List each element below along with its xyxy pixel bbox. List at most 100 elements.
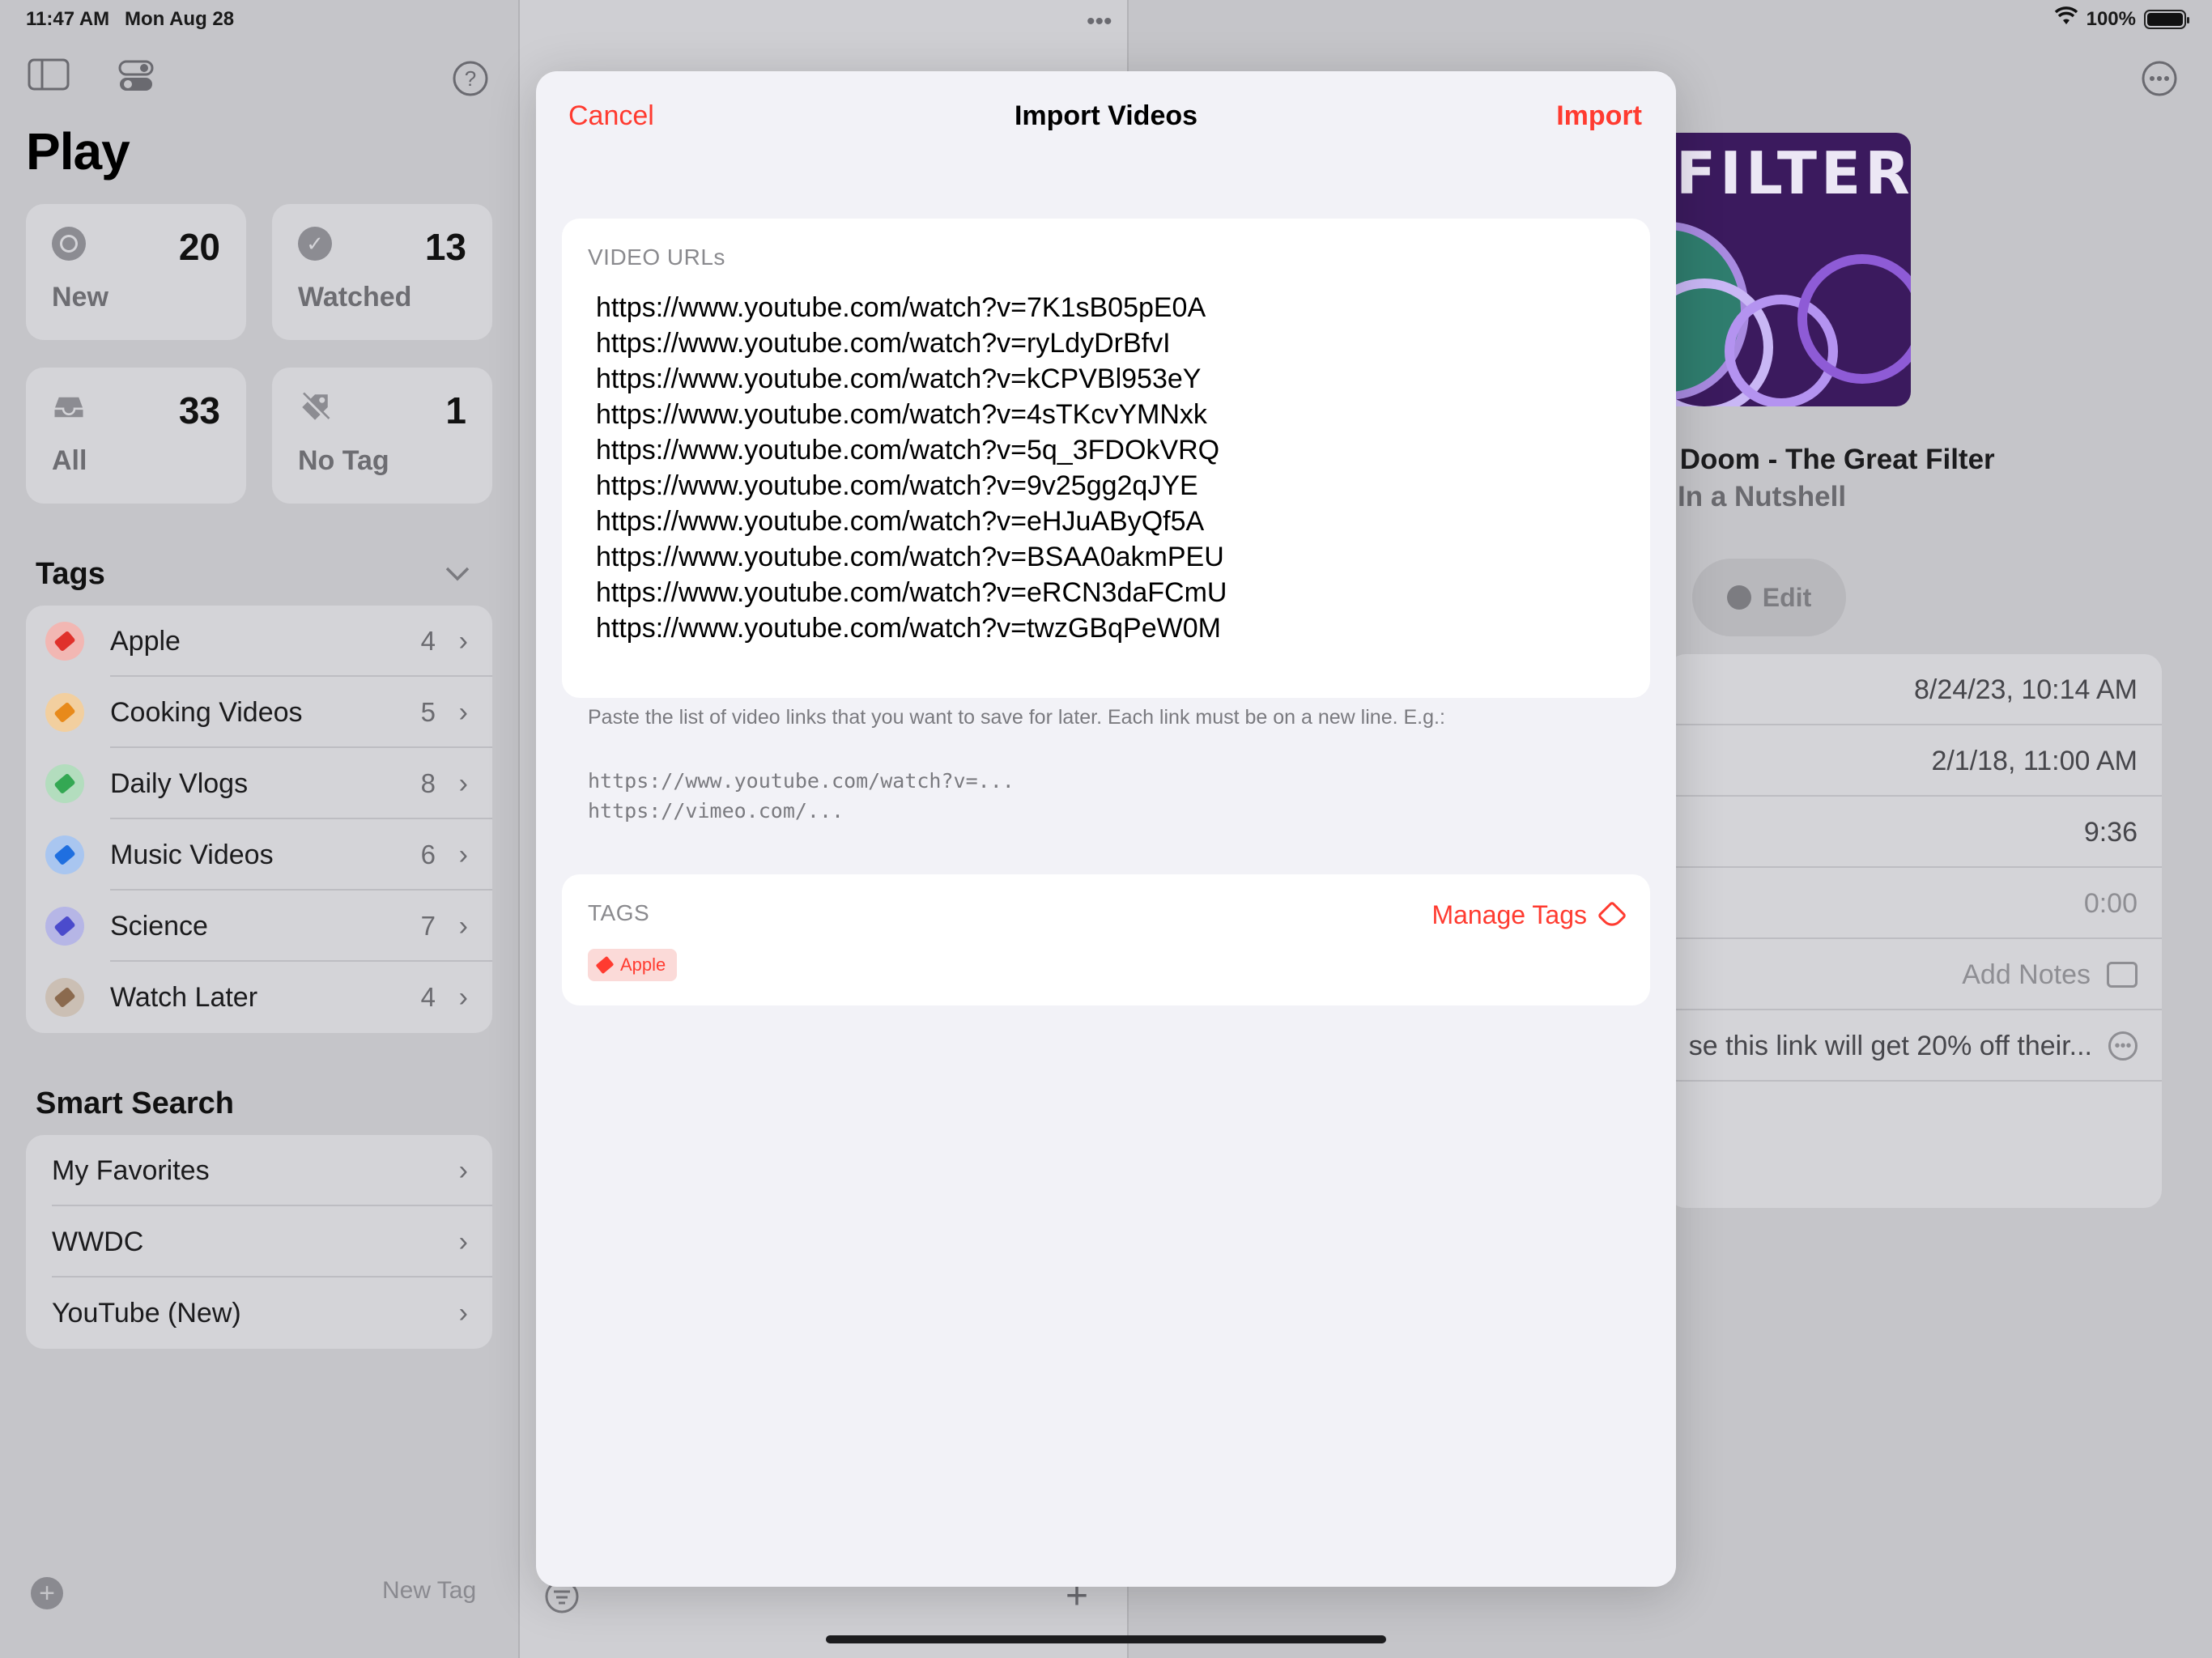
stat-count: 33 — [178, 389, 220, 432]
sidebar-item-science[interactable]: Science 7 › — [26, 891, 492, 962]
stat-label: Watched — [298, 282, 412, 312]
sidebar-item-my-favorites[interactable]: My Favorites › — [26, 1135, 492, 1206]
url-line: https://www.youtube.com/watch?v=ryLdyDrB… — [596, 328, 1171, 359]
stat-card-no-tag[interactable]: 1 No Tag — [272, 368, 492, 504]
video-urls-textarea[interactable]: https://www.youtube.com/watch?v=7K1sB05p… — [596, 290, 1227, 646]
checkmark-circle-icon: ✓ — [298, 227, 332, 261]
more-dots-icon[interactable]: ••• — [1087, 8, 1112, 36]
edit-label: Edit — [1762, 582, 1812, 612]
example-url: https://www.youtube.com/watch?v=... — [588, 769, 1015, 793]
stat-card-all[interactable]: 33 All — [26, 368, 246, 504]
description-row[interactable]: se this link will get 20% off their... ••… — [1668, 1010, 2162, 1082]
sidebar-item-music-videos[interactable]: Music Videos 6 › — [26, 819, 492, 891]
status-time: 11:47 AM — [26, 8, 110, 30]
edit-button[interactable]: Edit — [1692, 559, 1846, 636]
tag-icon — [45, 907, 84, 946]
new-tag-button[interactable]: New Tag — [382, 1577, 476, 1605]
sidebar-item-cooking-videos[interactable]: Cooking Videos 5 › — [26, 677, 492, 748]
tag-slash-icon — [298, 390, 332, 424]
info-row-progress: 0:00 — [1668, 868, 2162, 939]
sidebar-item-watch-later[interactable]: Watch Later 4 › — [26, 962, 492, 1033]
info-value: 0:00 — [2083, 887, 2138, 919]
tags-list: Apple 4 › Cooking Videos 5 › Daily Vlogs… — [26, 606, 492, 1033]
tag-count: 5 — [420, 697, 436, 727]
url-line: https://www.youtube.com/watch?v=5q_3FDOk… — [596, 435, 1220, 466]
svg-text:?: ? — [465, 66, 476, 91]
url-line: https://www.youtube.com/watch?v=BSAA0akm… — [596, 542, 1224, 572]
stat-label: All — [52, 445, 87, 476]
url-line: https://www.youtube.com/watch?v=kCPVBl95… — [596, 363, 1202, 394]
sidebar-item-daily-vlogs[interactable]: Daily Vlogs 8 › — [26, 748, 492, 819]
wifi-icon — [2054, 6, 2078, 32]
video-urls-header: VIDEO URLs — [588, 244, 725, 270]
info-row-published: 2/1/18, 11:00 AM — [1668, 725, 2162, 797]
url-line: https://www.youtube.com/watch?v=4sTKcvYM… — [596, 399, 1207, 430]
video-urls-card[interactable]: VIDEO URLs https://www.youtube.com/watch… — [562, 219, 1650, 698]
video-info-card: 8/24/23, 10:14 AM 2/1/18, 11:00 AM 9:36 … — [1668, 654, 2162, 1208]
chevron-down-icon[interactable] — [444, 559, 471, 590]
import-videos-sheet: Cancel Import Videos Import VIDEO URLs h… — [536, 71, 1676, 1587]
sidebar-item-apple[interactable]: Apple 4 › — [26, 606, 492, 677]
info-value: 9:36 — [2083, 816, 2138, 848]
status-indicators: 100% — [2054, 6, 2189, 32]
video-channel: In a Nutshell — [1678, 481, 1847, 512]
stat-card-watched[interactable]: ✓ 13 Watched — [272, 204, 492, 340]
sidebar-item-youtube-new[interactable]: YouTube (New) › — [26, 1278, 492, 1349]
example-url: https://vimeo.com/... — [588, 799, 844, 823]
tags-section-header: TAGS — [588, 900, 650, 925]
tray-icon — [52, 390, 86, 424]
sidebar-item-wwdc[interactable]: WWDC › — [26, 1206, 492, 1278]
home-indicator — [826, 1635, 1386, 1643]
description-text: se this link will get 20% off their... — [1688, 1030, 2092, 1061]
more-circle-icon[interactable] — [2141, 60, 2178, 105]
stat-card-new[interactable]: 20 New — [26, 204, 246, 340]
import-button[interactable]: Import — [1556, 100, 1642, 132]
ellipsis-circle-icon: ••• — [2108, 1031, 2138, 1061]
tag-name: Music Videos — [110, 839, 274, 870]
notes-icon — [2107, 962, 2138, 988]
smart-search-name: YouTube (New) — [52, 1297, 241, 1329]
info-row-duration: 9:36 — [1668, 797, 2162, 868]
tag-icon — [45, 978, 84, 1017]
chevron-right-icon: › — [458, 981, 468, 1013]
stat-label: No Tag — [298, 445, 389, 476]
tag-name: Science — [110, 910, 208, 942]
url-line: https://www.youtube.com/watch?v=9v25gg2q… — [596, 470, 1198, 501]
tag-name: Apple — [110, 625, 181, 657]
url-line: https://www.youtube.com/watch?v=eRCN3daF… — [596, 577, 1227, 608]
add-notes-row[interactable]: Add Notes — [1668, 939, 2162, 1010]
urls-help-text: Paste the list of video links that you w… — [588, 706, 1445, 729]
chevron-right-icon: › — [458, 696, 468, 728]
stat-count: 1 — [445, 389, 466, 432]
chevron-right-icon: › — [458, 910, 468, 942]
url-line: https://www.youtube.com/watch?v=eHJuAByQ… — [596, 506, 1205, 537]
settings-toggle-icon[interactable] — [118, 60, 154, 100]
selected-tag-chip[interactable]: Apple — [588, 949, 678, 981]
help-icon[interactable]: ? — [452, 60, 489, 105]
url-line: https://www.youtube.com/watch?v=twzGBqPe… — [596, 613, 1221, 644]
smart-search-name: WWDC — [52, 1226, 144, 1257]
stat-count: 20 — [178, 226, 220, 268]
tag-name: Watch Later — [110, 981, 258, 1013]
chip-label: Apple — [620, 954, 666, 975]
circle-icon — [52, 227, 86, 261]
battery-percent: 100% — [2086, 7, 2136, 30]
add-icon[interactable]: + — [31, 1577, 63, 1609]
urls-example: https://www.youtube.com/watch?v=... https… — [588, 766, 1015, 826]
column-divider — [518, 0, 520, 1658]
tag-name: Daily Vlogs — [110, 767, 249, 799]
add-notes-label: Add Notes — [1962, 959, 2091, 990]
tag-icon — [45, 764, 84, 803]
sheet-title: Import Videos — [1014, 100, 1198, 131]
manage-tags-button[interactable]: Manage Tags — [1431, 900, 1627, 930]
tag-count: 6 — [420, 840, 436, 869]
pencil-circle-icon — [1726, 585, 1751, 610]
thumbnail-text: FILTER — [1676, 139, 1911, 207]
manage-tags-label: Manage Tags — [1431, 900, 1587, 929]
sidebar-toggle-icon[interactable] — [28, 58, 70, 99]
stat-label: New — [52, 282, 108, 312]
tag-icon — [45, 622, 84, 661]
tags-header: Tags — [36, 557, 105, 591]
tag-count: 8 — [420, 768, 436, 798]
chevron-right-icon: › — [458, 1297, 468, 1329]
